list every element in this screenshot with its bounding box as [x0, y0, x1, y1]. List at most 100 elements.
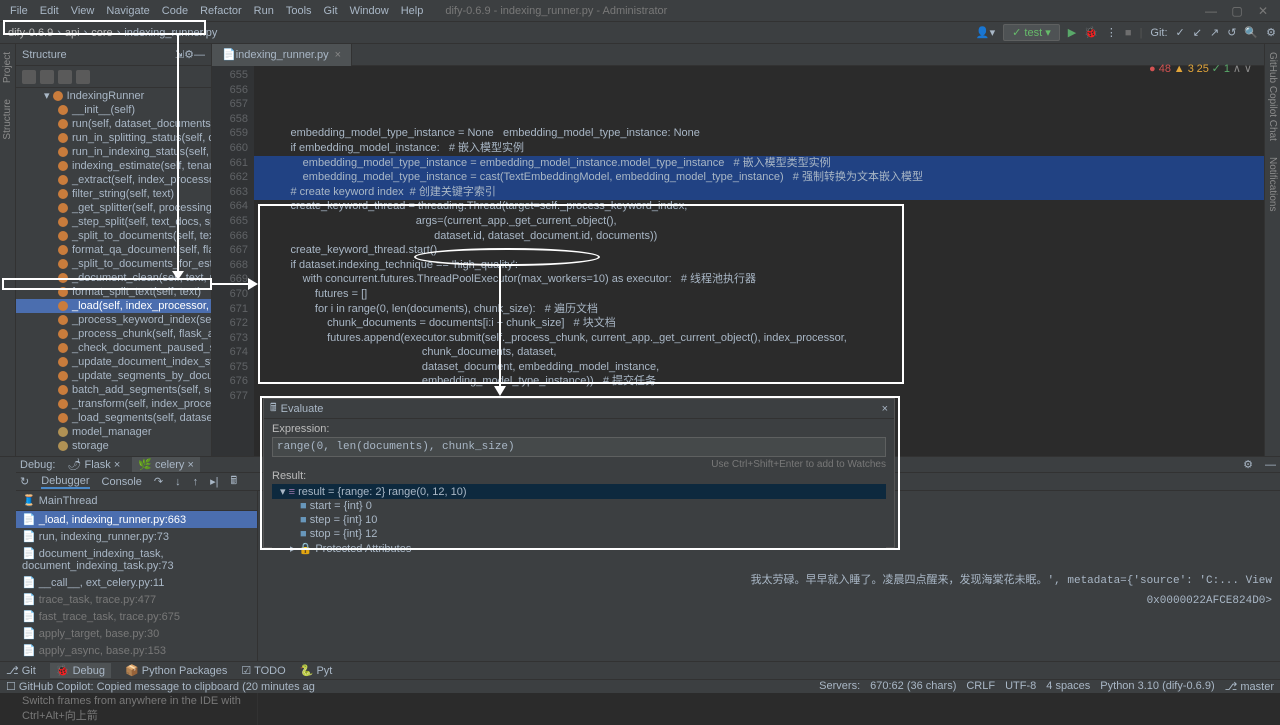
- method-node[interactable]: _get_splitter(self, processing_rule, emb…: [16, 201, 211, 215]
- run-to-cursor-icon[interactable]: ▸|: [210, 475, 218, 488]
- field-node[interactable]: storage: [16, 439, 211, 453]
- frame-item[interactable]: 📄 trace_task, trace.py:477: [16, 591, 257, 608]
- more-run-icon[interactable]: ⋮: [1106, 26, 1117, 39]
- method-node[interactable]: _load(self, index_processor, dataset, da…: [16, 299, 211, 313]
- step-over-icon[interactable]: ↷: [154, 475, 163, 488]
- status-enc[interactable]: UTF-8: [1005, 680, 1036, 693]
- toolwindow-project[interactable]: Project: [0, 44, 15, 91]
- method-node[interactable]: batch_add_segments(self, segments, data: [16, 383, 211, 397]
- status-interpreter[interactable]: Python 3.10 (dify-0.6.9): [1100, 680, 1214, 693]
- status-servers[interactable]: Servers:: [819, 680, 860, 693]
- menu-edit[interactable]: Edit: [34, 5, 65, 17]
- menu-git[interactable]: Git: [318, 5, 344, 17]
- class-node[interactable]: ▾ IndexingRunner: [16, 88, 211, 103]
- frame-item[interactable]: 📄 fast_trace_task, trace.py:675: [16, 608, 257, 625]
- expression-input[interactable]: [272, 437, 886, 457]
- close-tab-icon[interactable]: ×: [335, 49, 341, 61]
- show-inherited-icon[interactable]: [76, 70, 90, 84]
- method-node[interactable]: _load_segments(self, dataset, dataset_do: [16, 411, 211, 425]
- search-icon[interactable]: 🔍: [1244, 26, 1258, 39]
- structure-collapse-icon[interactable]: ⇲: [175, 48, 184, 61]
- git-update-icon[interactable]: ✓: [1176, 26, 1185, 39]
- method-node[interactable]: run(self, dataset_documents): [16, 117, 211, 131]
- run-config-selector[interactable]: ✓ test ▾: [1003, 24, 1060, 41]
- toolwindow-notifications[interactable]: Notifications: [1265, 149, 1280, 219]
- tw-debug[interactable]: 🐞 Debug: [50, 663, 111, 678]
- method-node[interactable]: _extract(self, index_processor, dataset_…: [16, 173, 211, 187]
- status-caret[interactable]: 670:62 (36 chars): [870, 680, 956, 693]
- editor-gutter[interactable]: 6556566576586596606616626636646656666676…: [212, 66, 254, 456]
- method-node[interactable]: _step_split(self, text_docs, splitter, d…: [16, 215, 211, 229]
- method-node[interactable]: format_qa_document(self, flask_app, ten: [16, 243, 211, 257]
- sort-alpha-icon[interactable]: [22, 70, 36, 84]
- tw-todo[interactable]: ☑ TODO: [241, 664, 285, 677]
- close-icon[interactable]: ✕: [1250, 4, 1276, 18]
- menu-tools[interactable]: Tools: [280, 5, 318, 17]
- tw-git[interactable]: ⎇ Git: [6, 664, 36, 677]
- minimize-icon[interactable]: —: [1198, 4, 1224, 18]
- debug-icon[interactable]: 🐞: [1084, 26, 1098, 39]
- crumb-core[interactable]: core: [87, 27, 116, 39]
- menu-help[interactable]: Help: [395, 5, 430, 17]
- structure-options-icon[interactable]: ⚙: [184, 48, 194, 61]
- console-tab[interactable]: Console: [102, 476, 142, 488]
- menu-view[interactable]: View: [65, 5, 101, 17]
- status-branch[interactable]: ⎇ master: [1225, 680, 1274, 693]
- status-eol[interactable]: CRLF: [966, 680, 995, 693]
- frame-item[interactable]: 📄 apply_target, base.py:30: [16, 625, 257, 642]
- evaluate-icon[interactable]: 🖩: [231, 472, 238, 491]
- method-node[interactable]: _update_document_index_status(self, doc: [16, 355, 211, 369]
- menu-code[interactable]: Code: [156, 5, 194, 17]
- method-node[interactable]: _document_clean(self, text, processing_r…: [16, 271, 211, 285]
- git-push-icon[interactable]: ↗: [1210, 26, 1219, 39]
- thread-selector[interactable]: 🧵 MainThread: [22, 494, 97, 507]
- toolwindow-copilot[interactable]: GitHub Copilot Chat: [1265, 44, 1280, 149]
- frame-item[interactable]: 📄 __call__, ext_celery.py:11: [16, 574, 257, 591]
- method-node[interactable]: _update_segments_by_document(self, da: [16, 369, 211, 383]
- method-node[interactable]: _transform(self, index_processor, datase…: [16, 397, 211, 411]
- evaluate-close-icon[interactable]: ×: [882, 403, 888, 415]
- menu-window[interactable]: Window: [344, 5, 395, 17]
- stop-icon[interactable]: ■: [1125, 27, 1132, 39]
- menu-file[interactable]: File: [4, 5, 34, 17]
- structure-hide-icon[interactable]: —: [194, 49, 205, 61]
- git-history-icon[interactable]: ↺: [1227, 26, 1236, 39]
- tw-pypackages[interactable]: 📦 Python Packages: [125, 664, 227, 677]
- git-commit-icon[interactable]: ↙: [1193, 26, 1202, 39]
- tw-pyconsole[interactable]: 🐍 Pyt: [300, 664, 333, 677]
- result-tree[interactable]: ▾ ≡ result = {range: 2} range(0, 12, 10)…: [272, 484, 886, 556]
- debug-hide-icon[interactable]: —: [1265, 459, 1276, 471]
- debug-flask-tab[interactable]: 🌶 Flask ×: [67, 458, 120, 471]
- method-node[interactable]: filter_string(self, text): [16, 187, 211, 201]
- user-icon[interactable]: 👤▾: [976, 26, 995, 39]
- crumb-file[interactable]: indexing_runner.py: [120, 27, 221, 39]
- method-node[interactable]: run_in_splitting_status(self, dataset_do…: [16, 131, 211, 145]
- method-node[interactable]: _process_chunk(self, flask_app, index_pr…: [16, 327, 211, 341]
- structure-tree[interactable]: ▾ IndexingRunner __init__(self)run(self,…: [16, 88, 211, 456]
- method-node[interactable]: _process_keyword_index(self, flask_app, …: [16, 313, 211, 327]
- frame-item[interactable]: 📄 document_indexing_task, document_index…: [16, 545, 257, 574]
- frame-item[interactable]: 📄 apply_async, base.py:153: [16, 642, 257, 659]
- menu-navigate[interactable]: Navigate: [100, 5, 155, 17]
- debug-layout-icon[interactable]: ⚙: [1243, 458, 1253, 471]
- method-node[interactable]: __init__(self): [16, 103, 211, 117]
- step-into-icon[interactable]: ↓: [175, 476, 181, 488]
- menu-run[interactable]: Run: [248, 5, 280, 17]
- show-fields-icon[interactable]: [58, 70, 72, 84]
- rerun-icon[interactable]: ↻: [20, 475, 29, 488]
- crumb-root[interactable]: dify-0.6.9: [4, 27, 57, 39]
- maximize-icon[interactable]: ▢: [1224, 4, 1250, 18]
- debugger-tab[interactable]: Debugger: [41, 475, 89, 489]
- status-indent[interactable]: 4 spaces: [1046, 680, 1090, 693]
- method-node[interactable]: format_split_text(self, text): [16, 285, 211, 299]
- method-node[interactable]: _check_document_paused_status(self, do: [16, 341, 211, 355]
- field-node[interactable]: model_manager: [16, 425, 211, 439]
- sort-vis-icon[interactable]: [40, 70, 54, 84]
- method-node[interactable]: run_in_indexing_status(self, dataset_doc…: [16, 145, 211, 159]
- frame-item[interactable]: 📄 _load, indexing_runner.py:663: [16, 511, 257, 528]
- settings-cog-icon[interactable]: ⚙: [1266, 26, 1276, 39]
- editor-tab[interactable]: 📄 indexing_runner.py ×: [212, 44, 352, 66]
- debug-celery-tab[interactable]: 🌿 celery ×: [132, 457, 200, 472]
- step-out-icon[interactable]: ↑: [193, 476, 199, 488]
- toolwindow-structure[interactable]: Structure: [0, 91, 15, 148]
